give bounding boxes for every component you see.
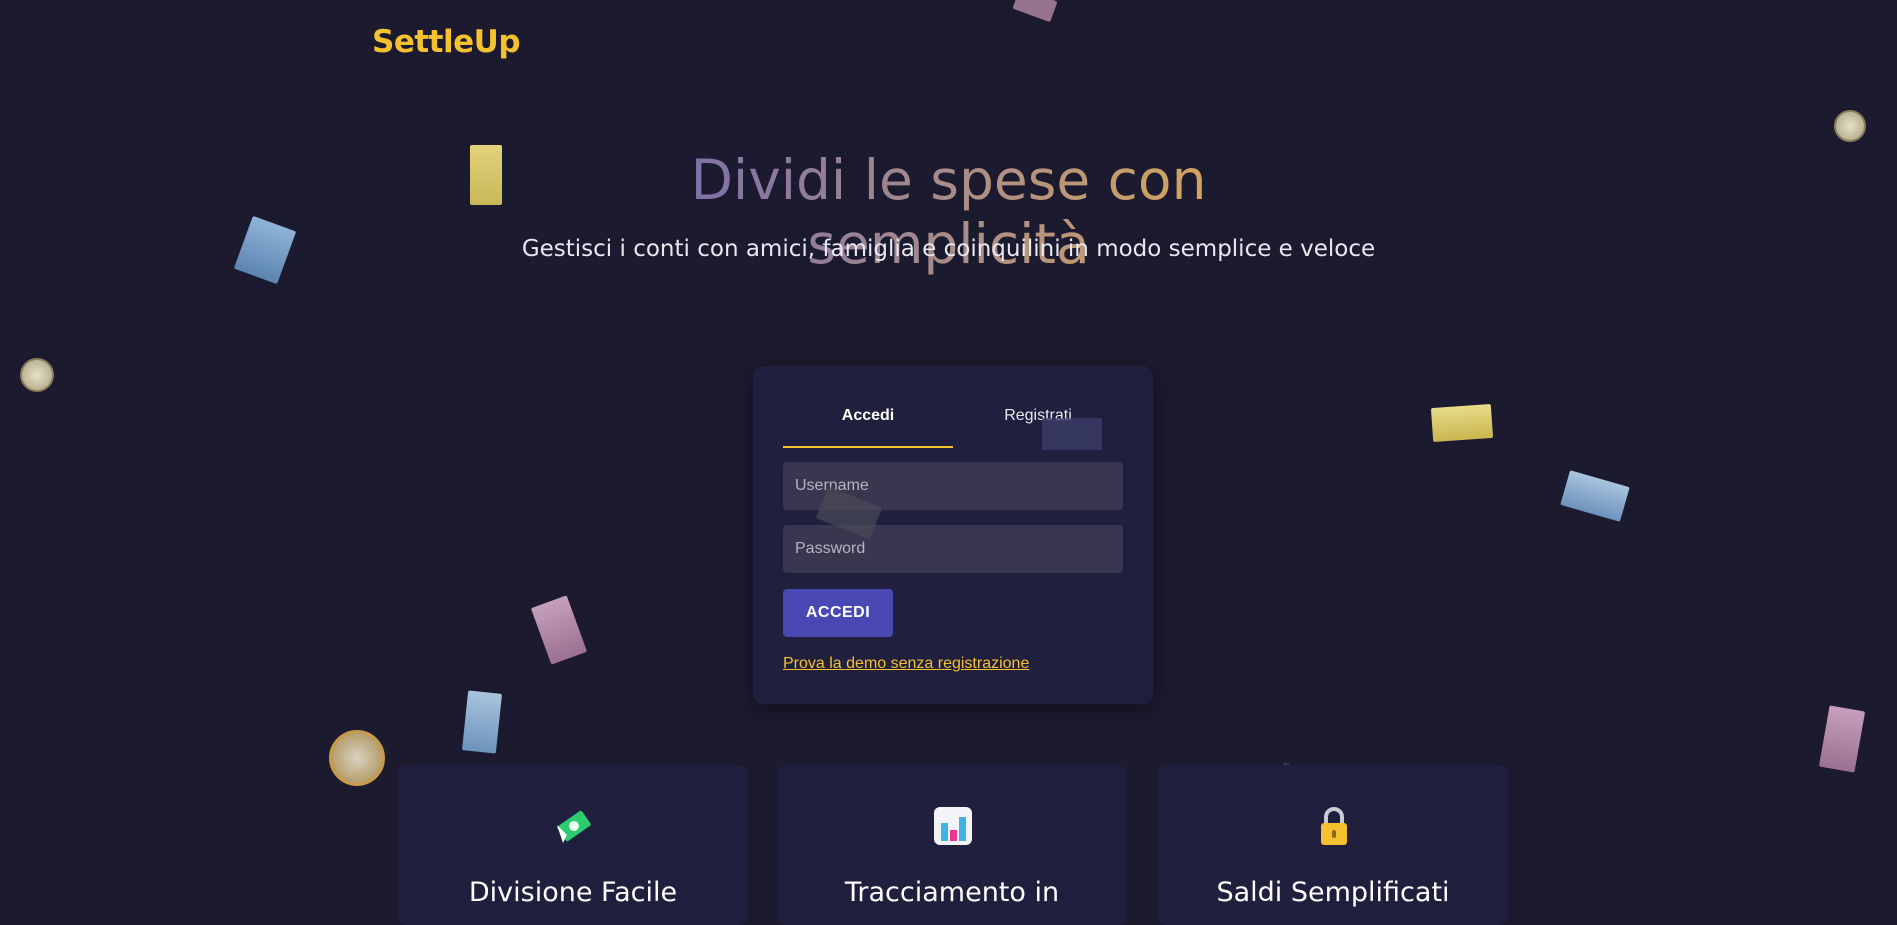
coin-decoration <box>329 730 385 786</box>
money-icon <box>557 810 591 843</box>
tab-login[interactable]: Accedi <box>783 406 953 448</box>
banknote-decoration <box>1012 0 1058 23</box>
coin-decoration <box>1834 110 1866 142</box>
feature-card: Tracciamento in <box>777 765 1127 925</box>
password-input[interactable] <box>783 525 1123 573</box>
banknote-decoration <box>1430 403 1494 443</box>
banknote-decoration <box>470 145 502 205</box>
feature-card: Saldi Semplificati <box>1158 765 1508 925</box>
app-logo[interactable]: SettleUp <box>372 24 521 60</box>
bar-chart-icon <box>934 807 972 845</box>
login-button[interactable]: ACCEDI <box>783 589 893 637</box>
feature-card: Divisione Facile <box>398 765 748 925</box>
feature-title: Tracciamento in <box>844 877 1060 908</box>
auth-card: Accedi Registrati ACCEDI Prova la demo s… <box>753 366 1153 704</box>
feature-title: Saldi Semplificati <box>1216 877 1450 908</box>
demo-link[interactable]: Prova la demo senza registrazione <box>783 655 1029 673</box>
banknote-decoration <box>530 595 588 665</box>
banknote-decoration <box>461 690 503 754</box>
feature-title: Divisione Facile <box>468 877 678 908</box>
coin-decoration <box>20 358 54 392</box>
lock-icon <box>1321 807 1347 845</box>
banknote-decoration <box>1560 470 1630 522</box>
hero-subtitle: Gestisci i conti con amici, famiglia e c… <box>521 236 1376 262</box>
banknote-decoration <box>1818 705 1866 773</box>
banknote-decoration <box>1042 418 1102 450</box>
